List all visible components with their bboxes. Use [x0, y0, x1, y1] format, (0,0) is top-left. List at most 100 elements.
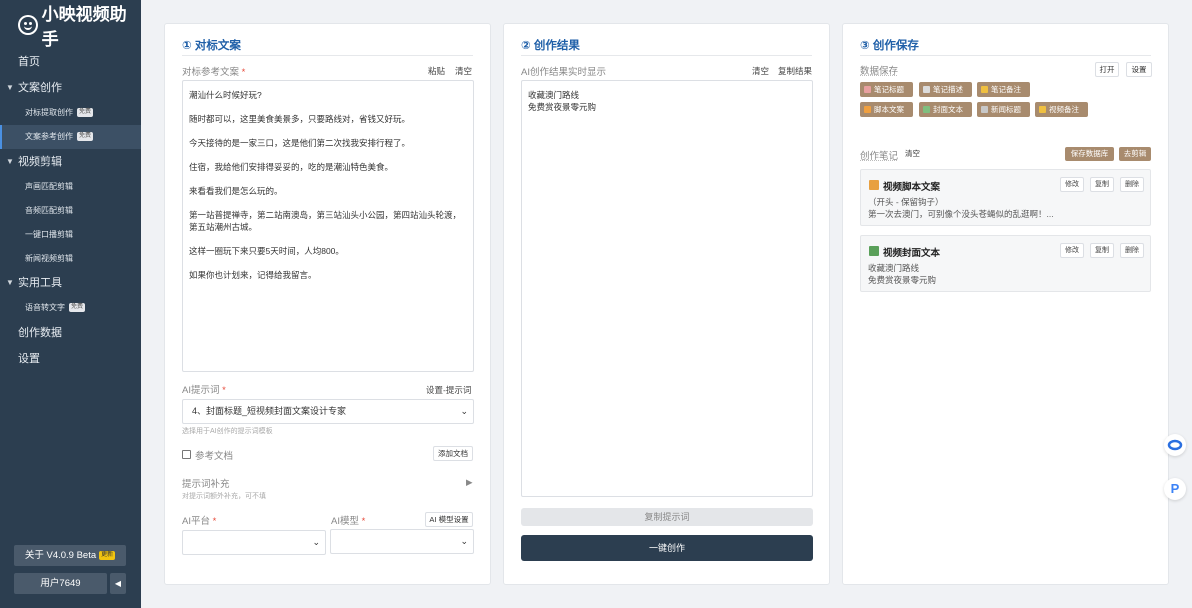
tag-label: 视频备注: [1049, 105, 1079, 114]
one-click-create-button[interactable]: 一键创作: [521, 535, 813, 561]
clear-result-button[interactable]: 清空: [752, 65, 769, 77]
nav-item-oneclick-voice[interactable]: 一键口播剪辑: [0, 223, 141, 247]
nav-item-label: 对标提取创作: [25, 108, 73, 117]
chevron-down-icon: ⌄: [460, 536, 468, 546]
required-mark: *: [361, 516, 366, 527]
panel-title: ③ 创作保存: [860, 40, 919, 52]
ref-copy-label: 对标参考文案 *: [182, 64, 245, 78]
note-desc-icon: [923, 86, 930, 93]
note-remark-icon: [981, 86, 988, 93]
tag-note-desc[interactable]: 笔记描述: [919, 82, 972, 97]
open-button[interactable]: 打开: [1095, 62, 1119, 77]
notes-clear-button[interactable]: 清空: [900, 147, 925, 162]
caret-down-icon: ▼: [6, 157, 14, 166]
nav-item-audio-match[interactable]: 音频匹配剪辑: [0, 199, 141, 223]
delete-note-button[interactable]: 删除: [1120, 177, 1144, 192]
note-title: 视频脚本文案: [883, 182, 941, 193]
nav-settings[interactable]: 设置: [0, 347, 141, 371]
edit-note-button[interactable]: 修改: [1060, 177, 1084, 192]
nav-item-benchmark-extract[interactable]: 对标提取创作 免费: [0, 101, 141, 125]
copy-result-button[interactable]: 复制结果: [778, 65, 812, 77]
note-card: 视频封面文本 修改 复制 删除 收藏澳门路线 免费赏夜景零元购: [860, 235, 1151, 292]
free-badge: 免费: [77, 132, 94, 142]
delete-note-button[interactable]: 删除: [1120, 243, 1144, 258]
clear-button[interactable]: 清空: [455, 65, 472, 77]
to-edit-button[interactable]: 去剪辑: [1119, 147, 1151, 161]
assistant-float-icon[interactable]: [1164, 434, 1186, 456]
chat-ring-icon: [1167, 439, 1183, 451]
nav-group-tools[interactable]: ▼ 实用工具: [0, 271, 141, 295]
nav-item-sound-picture-match[interactable]: 声画匹配剪辑: [0, 175, 141, 199]
required-mark: *: [222, 385, 226, 396]
ref-doc-checkbox[interactable]: [182, 450, 191, 459]
ref-doc-label: 参考文档: [195, 451, 234, 462]
about-button[interactable]: 关于 V4.0.9 Beta 更新: [14, 545, 126, 566]
creation-result-panel: ② 创作结果 AI创作结果实时显示 清空 复制结果 收藏澳门路线 免费赏夜景零元…: [503, 23, 830, 585]
tag-note-remark[interactable]: 笔记备注: [977, 82, 1030, 97]
nav-item-label: 语音转文字: [25, 303, 65, 312]
tag-note-title[interactable]: 笔记标题: [860, 82, 913, 97]
panel-title: ① 对标文案: [182, 40, 241, 52]
supplement-hint: 对提示词额外补充，可不填: [182, 493, 266, 500]
note-title-icon: [864, 86, 871, 93]
about-label: 关于 V4.0.9 Beta: [24, 550, 97, 561]
ai-model-settings-button[interactable]: AI 模型设置: [425, 512, 473, 527]
result-label: AI创作结果实时显示: [521, 67, 606, 78]
user-button[interactable]: 用户7649: [14, 573, 107, 594]
caret-down-icon: ▼: [6, 278, 14, 287]
update-badge: 更新: [99, 550, 116, 560]
news-title-icon: [981, 106, 988, 113]
note-body: （开头 - 保留钩子） 第一次去澳门，可别像个没头苍蝇似的乱逛啊！...: [868, 197, 1054, 219]
paste-button[interactable]: 粘贴: [428, 65, 445, 77]
caret-down-icon: ▼: [6, 83, 14, 92]
tag-cover-text[interactable]: 封面文本: [919, 102, 972, 117]
tag-news-title[interactable]: 新闻标题: [977, 102, 1030, 117]
nav-group-label: 实用工具: [18, 277, 62, 289]
divider: [182, 55, 473, 56]
tag-label: 脚本文案: [874, 105, 904, 114]
cover-text-icon: [923, 106, 930, 113]
note-body: 收藏澳门路线 免费赏夜景零元购: [868, 263, 937, 285]
ai-model-label: AI模型 *: [331, 513, 365, 527]
required-mark: *: [212, 516, 217, 527]
chevron-down-icon: ⌄: [460, 406, 468, 416]
edit-note-button[interactable]: 修改: [1060, 243, 1084, 258]
prompt-settings-link[interactable]: 设置-提示词: [426, 384, 471, 396]
result-textarea[interactable]: 收藏澳门路线 免费赏夜景零元购: [521, 80, 813, 497]
nav-home[interactable]: 首页: [0, 50, 141, 74]
save-db-button[interactable]: 保存数据库: [1065, 147, 1114, 161]
ai-model-select[interactable]: ⌄: [330, 529, 474, 554]
nav-creation-data[interactable]: 创作数据: [0, 321, 141, 345]
tag-label: 笔记标题: [874, 85, 904, 94]
ai-platform-select[interactable]: ⌄: [182, 530, 326, 555]
label-text: 对标参考文案: [182, 67, 240, 78]
label-text: AI模型: [331, 516, 359, 527]
tag-label: 笔记备注: [991, 85, 1021, 94]
p-float-icon[interactable]: P: [1164, 478, 1186, 500]
prompt-supplement-label[interactable]: 提示词补充: [182, 476, 230, 490]
collapse-sidebar-button[interactable]: ◀: [110, 573, 126, 594]
prompt-hint: 选择用于AI创作的提示词模板: [182, 428, 273, 435]
nav-group-video-edit[interactable]: ▼ 视频剪辑: [0, 150, 141, 174]
chevron-down-icon: ⌄: [312, 537, 320, 547]
ref-copy-textarea[interactable]: 潮汕什么时候好玩? 随时都可以，这里美食美景多，只要路线对，省钱又好玩。 今天接…: [182, 80, 474, 372]
nav-group-label: 文案创作: [18, 82, 62, 94]
pencil-icon: [869, 180, 879, 190]
nav-item-news-video[interactable]: 新闻视频剪辑: [0, 247, 141, 271]
nav-item-reference-create[interactable]: 文案参考创作 免费: [0, 125, 141, 149]
add-doc-button[interactable]: 添加文档: [433, 446, 473, 461]
script-copy-icon: [864, 106, 871, 113]
settings-button[interactable]: 设置: [1126, 62, 1152, 77]
copy-prompt-button[interactable]: 复制提示词: [521, 508, 813, 526]
nav-group-label: 视频剪辑: [18, 156, 62, 168]
nav-item-speech-to-text[interactable]: 语音转文字 免费: [0, 296, 141, 320]
panel-title: ② 创作结果: [521, 40, 580, 52]
prompt-select[interactable]: 4、封面标题_短视频封面文案设计专家 ⌄: [182, 399, 474, 424]
copy-note-button[interactable]: 复制: [1090, 243, 1114, 258]
copy-note-button[interactable]: 复制: [1090, 177, 1114, 192]
nav-group-copywriting[interactable]: ▼ 文案创作: [0, 76, 141, 100]
data-save-label: 数据保存: [860, 66, 899, 77]
tag-video-remark[interactable]: 视频备注: [1035, 102, 1088, 117]
expand-arrow-icon[interactable]: ▶: [466, 477, 473, 488]
tag-script-copy[interactable]: 脚本文案: [860, 102, 913, 117]
